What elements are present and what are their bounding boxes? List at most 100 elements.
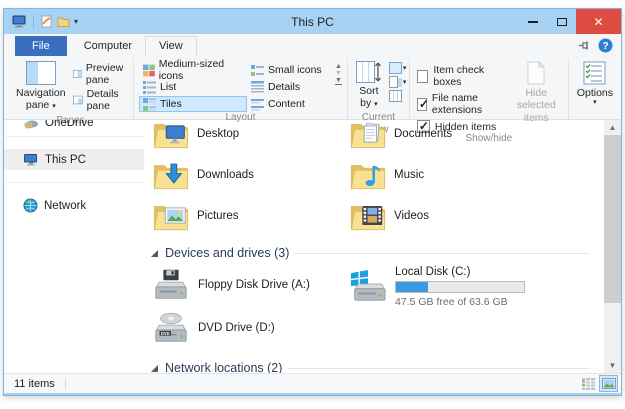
svg-text:DVD: DVD: [161, 331, 170, 336]
preview-pane-button[interactable]: Preview pane: [72, 62, 128, 86]
thumbnail-view-button[interactable]: [599, 375, 618, 392]
sidebar-item-this-pc[interactable]: This PC: [4, 149, 144, 170]
drive-label: Local Disk (C:): [395, 266, 471, 278]
drives-grid: Floppy Disk Drive (A:) Local Disk (C:) 4…: [152, 265, 604, 351]
hide-selected-items-icon: [527, 61, 546, 85]
disk-free-text: 47.5 GB free of 63.6 GB: [395, 296, 508, 308]
folders-grid: Desktop Documents Downloads Music Pictur…: [152, 120, 604, 236]
tab-file[interactable]: File: [15, 36, 67, 56]
group-by-button[interactable]: ▾: [388, 62, 406, 74]
scroll-down-button[interactable]: ▼: [604, 358, 621, 373]
folder-tile-documents[interactable]: Documents: [349, 120, 579, 154]
explorer-icon[interactable]: [12, 15, 27, 28]
minimize-button[interactable]: [518, 9, 547, 34]
sidebar-item-network[interactable]: Network: [4, 195, 144, 216]
group-header-devices[interactable]: Devices and drives (3): [150, 246, 604, 260]
properties-icon[interactable]: [40, 15, 53, 28]
layout-option-content[interactable]: Content: [247, 96, 331, 112]
qat-dropdown-caret[interactable]: ▾: [74, 17, 78, 26]
layout-more-button[interactable]: ▼: [334, 77, 342, 85]
explorer-window: ▾ This PC ✕ File Computer View ? Navigat…: [3, 8, 622, 396]
desktop-folder-icon: [152, 120, 190, 150]
size-columns-button[interactable]: [388, 90, 407, 102]
videos-folder-icon: [349, 199, 387, 232]
layout-scroll-up[interactable]: ▲: [335, 63, 342, 70]
dropdown-caret: ▾: [52, 103, 56, 111]
ribbon-group-current-view: Sort by ▾ ▾ ▾ Current: [348, 58, 410, 135]
group-header-rule: [295, 252, 590, 254]
tab-computer[interactable]: Computer: [71, 37, 145, 56]
folder-tile-videos[interactable]: Videos: [349, 195, 579, 236]
add-columns-button[interactable]: ▾: [388, 76, 406, 88]
details-pane-icon: [72, 95, 83, 105]
hide-selected-items-button[interactable]: Hide selected items: [508, 59, 565, 126]
scrollbar-thumb[interactable]: [604, 135, 621, 303]
layout-option-medium-icons[interactable]: Medium-sized icons: [139, 58, 247, 82]
drive-tile-local-disk[interactable]: Local Disk (C:) 47.5 GB free of 63.6 GB: [349, 265, 579, 308]
sort-by-button[interactable]: Sort by ▾: [351, 59, 387, 112]
tab-view[interactable]: View: [145, 36, 197, 56]
ribbon-group-layout: Medium-sized icons Small icons List Deta…: [134, 58, 348, 123]
content-pane: Desktop Documents Downloads Music Pictur…: [144, 120, 604, 373]
navigation-pane-icon: [25, 61, 56, 85]
drive-tile-floppy[interactable]: Floppy Disk Drive (A:): [152, 265, 349, 305]
dropdown-caret: ▾: [593, 99, 597, 107]
collapse-triangle-icon[interactable]: [150, 249, 159, 258]
drive-tile-dvd[interactable]: DVD DVD Drive (D:): [152, 308, 349, 348]
dvd-drive-icon: DVD: [152, 312, 190, 346]
quick-access-toolbar: ▾: [4, 14, 78, 29]
sidebar-item-onedrive[interactable]: OneDrive: [4, 120, 144, 133]
size-columns-icon: [388, 90, 402, 102]
help-icon[interactable]: ?: [598, 38, 613, 53]
group-by-icon: [388, 62, 402, 74]
layout-option-small-icons[interactable]: Small icons: [247, 62, 331, 78]
details-view-icon: [250, 80, 264, 92]
group-header-network-locations[interactable]: Network locations (2): [150, 361, 604, 373]
vertical-scrollbar[interactable]: ▲ ▼: [604, 120, 621, 373]
details-pane-button[interactable]: Details pane: [72, 88, 128, 112]
details-view-button[interactable]: [579, 375, 598, 392]
small-icons-icon: [250, 64, 264, 76]
collapse-triangle-icon[interactable]: [150, 364, 159, 373]
folder-tile-music[interactable]: Music: [349, 154, 579, 195]
medium-icons-icon: [142, 64, 155, 76]
group-header-rule: [288, 367, 590, 369]
new-folder-icon[interactable]: [57, 15, 70, 28]
main-area: OneDrive This PC Network Desktop Documen…: [4, 120, 621, 373]
preview-pane-icon: [72, 70, 82, 78]
folder-tile-downloads[interactable]: Downloads: [152, 154, 349, 195]
local-disk-icon: [350, 270, 386, 301]
checkbox-file-name-extensions[interactable]: File name extensions: [416, 92, 504, 116]
options-button[interactable]: Options ▾: [572, 59, 618, 108]
checkbox-unchecked[interactable]: [416, 69, 429, 83]
layout-option-tiles[interactable]: Tiles: [138, 96, 247, 112]
onedrive-icon: [24, 120, 38, 128]
window-controls: ✕: [518, 9, 621, 34]
close-button[interactable]: ✕: [576, 9, 621, 34]
ribbon-pin-icon[interactable]: [578, 40, 591, 51]
pictures-folder-icon: [152, 199, 190, 232]
list-view-icon: [142, 80, 156, 94]
folder-tile-pictures[interactable]: Pictures: [152, 195, 349, 236]
details-view-icon: [582, 377, 595, 390]
ribbon-tab-row: File Computer View ?: [4, 34, 621, 56]
downloads-folder-icon: [152, 163, 190, 191]
ribbon-group-options: Options ▾: [569, 58, 621, 119]
folder-tile-desktop[interactable]: Desktop: [152, 120, 349, 154]
disk-usage-fill: [396, 282, 429, 292]
sort-by-icon: [355, 61, 381, 83]
checkbox-item-check-boxes[interactable]: Item check boxes: [416, 64, 504, 88]
scroll-up-button[interactable]: ▲: [604, 120, 621, 135]
layout-option-list[interactable]: List: [139, 79, 247, 95]
music-folder-icon: [349, 158, 387, 191]
navigation-pane-button[interactable]: Navigation pane ▾: [11, 59, 71, 114]
layout-scroll-down[interactable]: ▼: [335, 70, 342, 77]
sidebar-separator: [6, 182, 144, 183]
scrollbar-track[interactable]: [604, 303, 621, 358]
layout-option-details[interactable]: Details: [247, 79, 331, 95]
thumbnail-view-icon: [601, 378, 616, 389]
checkbox-checked[interactable]: [416, 97, 429, 111]
ribbon-body: Navigation pane ▾ Preview pane Details p…: [4, 56, 621, 144]
maximize-button[interactable]: [547, 9, 576, 34]
ribbon-group-panes: Navigation pane ▾ Preview pane Details p…: [8, 58, 134, 126]
